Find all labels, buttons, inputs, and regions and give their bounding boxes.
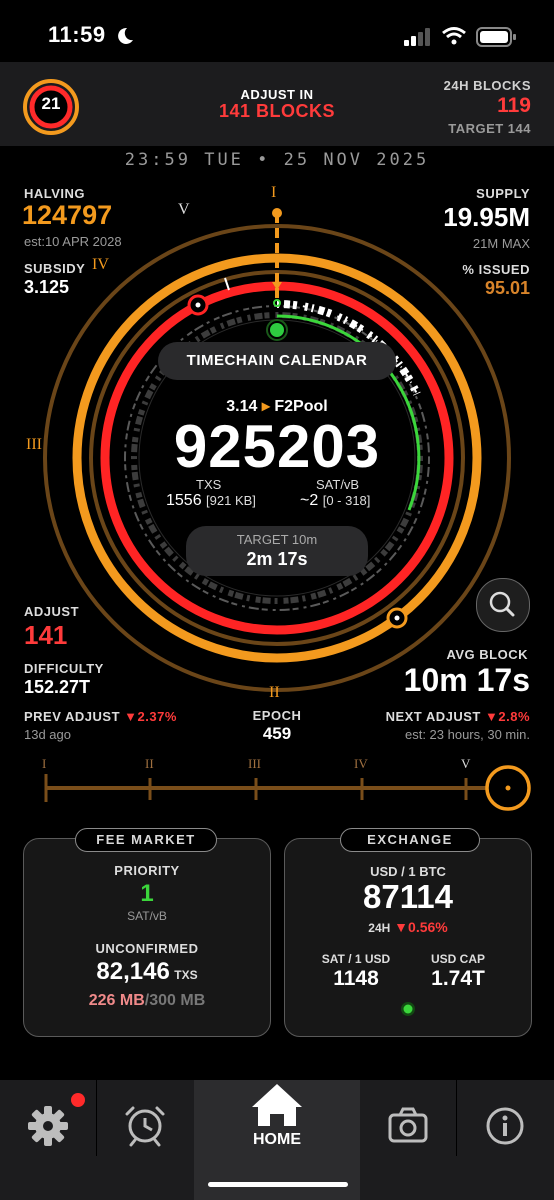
adjust-label: ADJUST [24,604,80,619]
info-icon [486,1107,524,1145]
camera-icon [388,1107,428,1143]
pair-label: USD / 1 BTC [370,864,446,879]
sat-label: SAT / 1 USD [321,952,391,966]
difficulty-value: 152.27T [24,677,91,697]
adjust-value: 141 [24,620,68,650]
subsidy-value: 3.125 [24,277,70,297]
mempool-used: 226 MB [88,992,145,1009]
supply-value: 19.95M [443,202,530,232]
unconfirmed-line: 82,146 TXS [23,958,271,986]
timeline-label-iv: IV [354,756,368,771]
battery-icon [476,27,516,47]
numeral-i: I [271,184,277,201]
epoch-label: EPOCH [252,708,302,723]
satvb-label: SAT/vB [316,477,360,492]
halving-value: 124797 [22,200,113,230]
home-label: HOME [253,1131,301,1148]
numeral-ii: II [269,684,280,701]
block-height: 925203 [173,413,381,480]
prev-adjust-value: ▼2.37% [124,709,177,724]
txs-size: [921 KB] [206,493,256,508]
mempool-max: 300 MB [149,992,206,1009]
issued-label: % ISSUED [462,262,530,277]
home-icon [252,1084,302,1126]
blocks24-label: 24H BLOCKS [443,78,531,93]
issued-value: 95.01 [484,278,530,298]
supply-max: 21M MAX [472,236,530,251]
timeline-label-ii: II [145,756,154,771]
sat-value: 1148 [333,967,379,990]
cap-label: USD CAP [430,952,485,966]
tab-settings[interactable] [0,1080,96,1200]
adjust-in-label: ADJUST IN [240,87,314,102]
target-pill-label: TARGET 10m [236,532,318,547]
prev-adjust-line: PREV ADJUST ▼2.37% [24,709,177,724]
numeral-iv: IV [92,256,109,273]
change-value: ▼0.56% [394,919,448,935]
halving-est: est:10 APR 2028 [24,234,122,249]
timeline-label-iii: III [248,756,261,771]
txs-value: 1556 [166,492,202,509]
satvb-range: [0 - 318] [322,493,371,508]
epoch-value: 459 [262,724,292,743]
satvb-line: ~2 [0 - 318] [300,492,370,510]
satvb-value: ~2 [300,492,319,509]
calendar-label: TIMECHAIN CALENDAR [186,352,368,369]
numeral-v: V [178,201,190,218]
wifi-icon [442,27,466,45]
gear-icon [28,1093,85,1146]
change-line: 24H ▼0.56% [284,919,532,935]
txs-line: 1556 [921 KB] [166,492,256,510]
mempool-line: 226 MB/300 MB [23,992,271,1010]
avg-block-label: AVG BLOCK [446,647,528,662]
exchange-title: EXCHANGE [340,828,480,852]
next-adjust-value: ▼2.8% [485,709,530,724]
halving-label: HALVING [24,186,86,201]
unconfirmed-label: UNCONFIRMED [95,941,199,956]
avg-block-value: 10m 17s [403,662,530,698]
tab-alarm[interactable] [97,1080,193,1200]
timeline-label-i: I [42,756,47,771]
difficulty-label: DIFFICULTY [24,661,104,676]
supply-label: SUPPLY [476,186,530,201]
fee-market-title: FEE MARKET [75,828,217,852]
change-label: 24H [368,921,391,935]
tab-info[interactable] [457,1080,554,1200]
subsidy-label: SUBSIDY [24,261,86,276]
badge-number: 21 [41,94,61,113]
status-time: 11:59 [48,22,106,47]
numeral-iii: III [26,436,42,453]
live-status-dot [401,1002,415,1016]
target-label: TARGET 144 [448,121,531,136]
priority-value: 1 [140,880,154,907]
timeline-label-v: V [461,756,471,771]
prev-adjust-label: PREV ADJUST [24,709,121,724]
priority-unit: SAT/vB [127,909,167,923]
prev-adjust-ago: 13d ago [24,727,71,742]
home-indicator [208,1182,348,1187]
adjust-in-value: 141 BLOCKS [218,101,336,121]
btc-price: 87114 [363,878,453,915]
next-adjust-est: est: 23 hours, 30 min. [404,727,530,742]
priority-label: PRIORITY [114,863,180,878]
unconfirmed-value: 82,146 [96,958,170,985]
target-pill-value: 2m 17s [246,549,308,569]
signal-icon [404,28,430,46]
next-adjust-line: NEXT ADJUST ▼2.8% [386,709,530,724]
search-button[interactable] [476,578,530,632]
tab-camera[interactable] [360,1080,456,1200]
moon-icon [118,27,133,44]
unconfirmed-unit: TXS [174,968,198,982]
next-adjust-label: NEXT ADJUST [385,709,481,724]
cap-value: 1.74T [431,967,485,990]
txs-label: TXS [196,477,222,492]
search-icon [489,591,515,617]
alarm-clock-icon [125,1106,165,1147]
blocks24-value: 119 [497,94,531,117]
